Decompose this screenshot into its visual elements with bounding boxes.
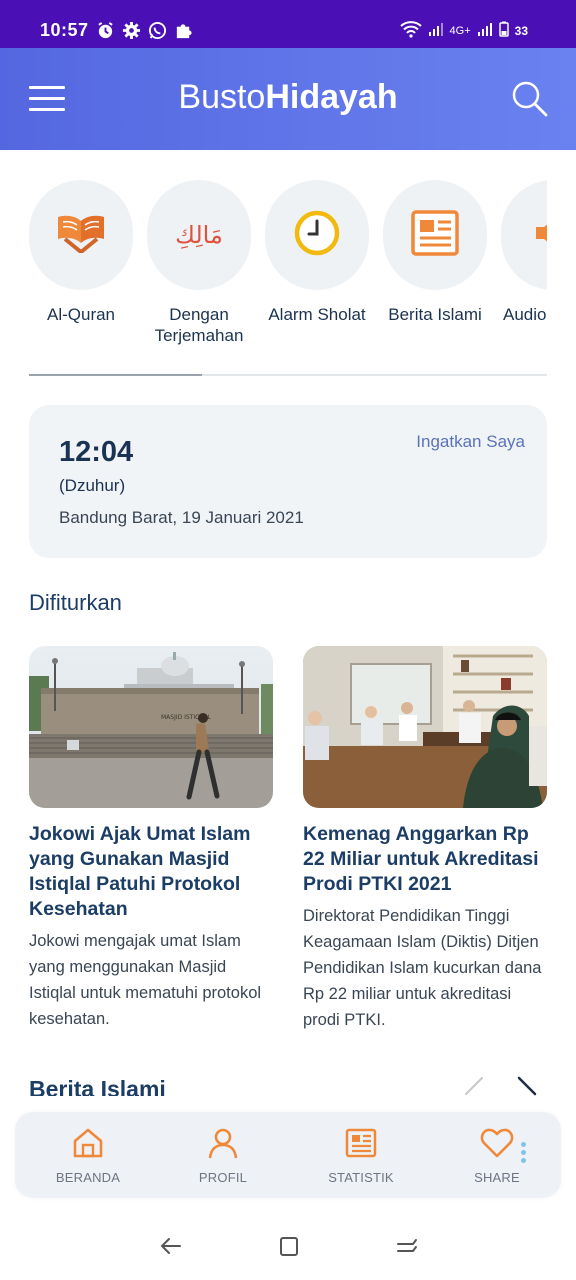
carousel-scroll-thumb [29,374,202,376]
signal-icon [428,21,444,40]
featured-news-desc-1: Jokowi mengajak umat Islam yang mengguna… [29,932,262,1028]
feature-alarm-sholat[interactable]: Alarm Sholat [265,180,369,325]
prayer-time-card: 12:04 (Dzuhur) Bandung Barat, 19 Januari… [29,405,547,558]
heart-icon [480,1126,514,1160]
search-icon[interactable] [510,79,550,119]
status-bar: 10:57 4G+ 33 [0,0,576,48]
feature-alarm-sholat-circle [265,180,369,290]
app-title: BustoHidayah [0,78,576,117]
nav-profil[interactable]: PROFIL [168,1126,278,1185]
user-icon [206,1126,240,1160]
arabic-calligraphy-icon: مَالِكِ [175,221,223,249]
feature-al-quran[interactable]: Al-Quran [29,180,133,325]
berita-islami-section-title: Berita Islami [29,1076,166,1096]
back-icon[interactable] [159,1234,183,1258]
app-title-bold: Hidayah [265,78,398,116]
recent-apps-icon[interactable] [395,1234,419,1258]
bottom-navigation: BERANDA PROFIL STATISTIK SHARE [15,1112,561,1198]
nav-share-label: SHARE [474,1170,520,1185]
nav-statistik[interactable]: STATISTIK [306,1126,416,1185]
newspaper-icon [411,209,459,261]
featured-news-headline-2[interactable]: Kemenag Anggarkan Rp 22 Miliar untuk Akr… [303,822,547,897]
feature-audio[interactable]: Audio [501,180,547,325]
system-navigation-bar [0,1210,576,1280]
more-options-icon[interactable] [519,1142,527,1168]
signal-icon-2 [477,21,493,40]
wifi-icon [399,20,422,41]
next-arrow-icon[interactable] [515,1074,539,1098]
featured-section-title: Difiturkan [29,590,122,615]
puzzle-icon [174,21,193,40]
prayer-name: (Dzuhur) [59,476,126,495]
featured-news-card-2[interactable]: Kemenag Anggarkan Rp 22 Miliar untuk Akr… [303,646,547,1033]
feature-alarm-sholat-label: Alarm Sholat [268,305,366,324]
nav-beranda[interactable]: BERANDA [33,1126,143,1185]
alarm-icon [96,21,115,40]
quran-book-icon [55,213,107,258]
whatsapp-icon [148,21,167,40]
home-square-icon[interactable] [277,1234,301,1258]
nav-beranda-label: BERANDA [55,1170,121,1185]
nav-statistik-label: STATISTIK [328,1170,394,1185]
feature-terjemahan-circle: مَالِكِ [147,180,251,290]
news-image-meeting [303,646,547,808]
prayer-time: 12:04 [59,436,134,468]
gear-icon [122,21,141,40]
featured-news-card-1[interactable]: MASJID ISTIQLAL Jokowi Ajak Umat Islam y… [29,646,273,1032]
feature-terjemahan-label: Dengan Terjemahan [154,305,244,345]
feature-al-quran-label: Al-Quran [46,305,116,324]
feature-terjemahan[interactable]: مَالِكِ Dengan Terjemahan [147,180,251,346]
previous-arrow-icon[interactable] [462,1074,486,1098]
featured-news-headline-1[interactable]: Jokowi Ajak Umat Islam yang Gunakan Masj… [29,822,273,922]
feature-berita-islami[interactable]: Berita Islami [383,180,487,325]
speaker-icon [530,213,547,258]
feature-carousel[interactable]: Al-Quran مَالِكِ Dengan Terjemahan Alarm… [29,180,547,350]
status-right-icons: 4G+ 33 [399,20,528,41]
status-left-icons [96,21,193,40]
newspaper-icon [344,1126,378,1160]
featured-news-desc-2: Direktorat Pendidikan Tinggi Keagamaan I… [303,907,542,1029]
battery-icon [498,21,509,40]
app-title-light: Busto [178,78,266,116]
feature-al-quran-circle [29,180,133,290]
battery-level: 33 [514,23,528,38]
status-time: 10:57 [40,20,89,40]
prayer-location-date: Bandung Barat, 19 Januari 2021 [59,508,304,527]
nav-profil-label: PROFIL [198,1170,248,1185]
carousel-scroll-indicator [29,374,547,376]
clock-icon [294,210,340,261]
network-type: 4G+ [449,24,471,37]
news-image-istiqlal: MASJID ISTIQLAL [29,646,273,808]
home-icon [71,1126,105,1160]
feature-audio-circle [501,180,547,290]
remind-me-link[interactable]: Ingatkan Saya [416,432,525,452]
nav-share[interactable]: SHARE [442,1126,552,1185]
feature-berita-islami-circle [383,180,487,290]
app-bar: BustoHidayah [0,48,576,150]
feature-berita-islami-label: Berita Islami [388,305,482,324]
feature-audio-label: Audio [503,305,547,324]
